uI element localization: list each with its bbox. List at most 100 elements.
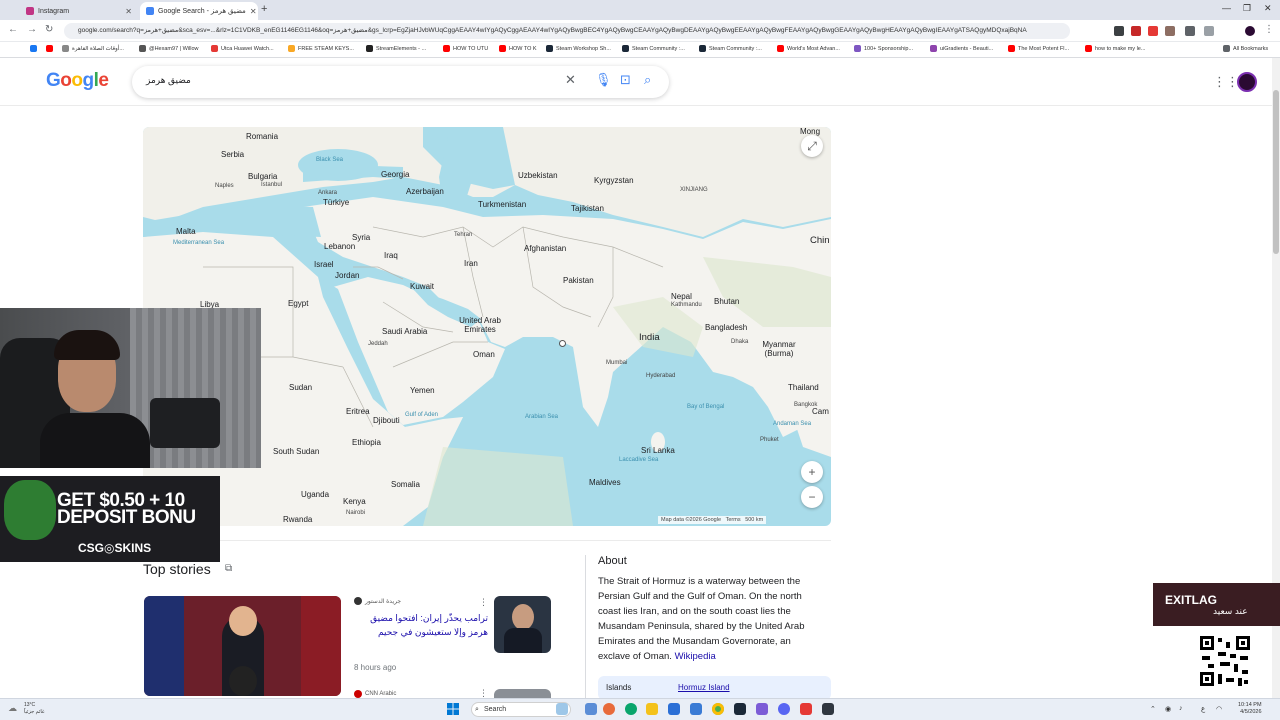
bookmark-item[interactable]: Steam Community :... bbox=[699, 45, 762, 52]
sidebar-icon[interactable] bbox=[1204, 26, 1214, 36]
steam-icon bbox=[622, 45, 629, 52]
menu-icon[interactable]: ⋮ bbox=[1264, 24, 1274, 35]
bookmark-item[interactable]: 100+ Sponsorship... bbox=[854, 45, 913, 52]
steam-icon bbox=[699, 45, 706, 52]
story-headline[interactable]: ترامب يحذّر إيران: افتحوا مضيق هرمز وإلا… bbox=[352, 611, 488, 639]
clock-time: 10:14 PM bbox=[1238, 702, 1262, 708]
wikipedia-link[interactable]: Wikipedia bbox=[675, 651, 716, 662]
language-icon[interactable]: ع bbox=[1201, 705, 1205, 713]
app-icon[interactable] bbox=[690, 703, 702, 715]
weather-widget[interactable]: 13°C غائم جزئياً bbox=[24, 702, 45, 716]
extension-icon[interactable] bbox=[1131, 26, 1141, 36]
close-tab-icon[interactable]: ✕ bbox=[125, 7, 132, 16]
location-marker[interactable] bbox=[559, 340, 566, 347]
map-label: Bangladesh bbox=[705, 323, 748, 332]
news-icon[interactable]: ⧉ bbox=[225, 563, 232, 574]
discord-icon[interactable] bbox=[778, 703, 790, 715]
bookmark-item[interactable]: Utca Huawei Watch... bbox=[211, 45, 274, 52]
bookmark-item[interactable]: HOW TO UTU bbox=[443, 45, 488, 52]
extension-icon[interactable] bbox=[1114, 26, 1124, 36]
bookmark-item[interactable]: @Hexam97 | Willow bbox=[139, 45, 199, 52]
google-icon bbox=[146, 7, 154, 15]
tab-label: Instagram bbox=[38, 7, 70, 15]
copilot-icon[interactable] bbox=[603, 703, 615, 715]
network-icon[interactable]: ◉ bbox=[1165, 705, 1171, 713]
map-label: Bhutan bbox=[714, 297, 740, 306]
obs-icon[interactable] bbox=[822, 703, 834, 715]
close-window-icon[interactable]: ✕ bbox=[1264, 3, 1272, 14]
google-logo[interactable]: Google bbox=[46, 70, 109, 92]
clock[interactable]: 10:14 PM 4/5/2026 bbox=[1238, 702, 1262, 716]
bookmark-item[interactable]: FREE STEAM KEYS... bbox=[288, 45, 354, 52]
islands-link[interactable]: Hormuz Island bbox=[678, 683, 730, 692]
scrollbar-thumb[interactable] bbox=[1273, 90, 1279, 254]
more-options-icon[interactable]: ⋮ bbox=[479, 597, 488, 608]
story-source: جريدة الدستور bbox=[354, 597, 401, 605]
map-label: Serbia bbox=[221, 150, 245, 159]
new-tab-button[interactable]: + bbox=[261, 3, 267, 15]
story-image[interactable] bbox=[144, 596, 341, 696]
wifi-icon[interactable]: ◠ bbox=[1216, 705, 1222, 713]
clear-icon[interactable]: ✕ bbox=[565, 72, 576, 88]
bookmark-item[interactable]: uiGradients - Beauti... bbox=[930, 45, 993, 52]
bookmark-item[interactable]: Steam Workshop Sh... bbox=[546, 45, 611, 52]
app-icon[interactable] bbox=[800, 703, 812, 715]
reload-icon[interactable]: ↻ bbox=[45, 24, 53, 35]
bookmark-item[interactable] bbox=[46, 45, 53, 52]
teams-icon[interactable] bbox=[756, 703, 768, 715]
all-bookmarks[interactable]: All Bookmarks bbox=[1223, 45, 1268, 52]
lens-icon[interactable]: ⊡ bbox=[620, 72, 631, 88]
maximize-icon[interactable]: ❐ bbox=[1243, 3, 1251, 14]
tab-google-search[interactable]: Google Search - مضيق هرمز ✕ bbox=[140, 2, 258, 20]
youtube-icon bbox=[443, 45, 450, 52]
task-view-icon[interactable] bbox=[585, 703, 597, 715]
map-label: Thailand bbox=[788, 383, 819, 392]
bookmark-item[interactable]: Steam Community :... bbox=[622, 45, 685, 52]
bookmark-item[interactable]: how to make my le... bbox=[1085, 45, 1145, 52]
steam-icon[interactable] bbox=[734, 703, 746, 715]
extensions-puzzle-icon[interactable] bbox=[1185, 26, 1195, 36]
windows-start-icon[interactable] bbox=[447, 703, 459, 715]
search-box[interactable]: مضيق هرمز ✕ 🎙 ⊡ ⌕ bbox=[132, 66, 669, 98]
map-attribution: Map data ©2026 Google Terms 500 km bbox=[658, 516, 767, 524]
store-icon[interactable] bbox=[668, 703, 680, 715]
map-label: Kuwait bbox=[410, 282, 435, 291]
facebook-icon bbox=[30, 45, 37, 52]
avatar[interactable] bbox=[1237, 72, 1257, 92]
map-label: Kathmandu bbox=[671, 302, 702, 308]
edge-icon[interactable] bbox=[625, 703, 637, 715]
fullscreen-icon[interactable]: ⤢ bbox=[801, 135, 823, 157]
zoom-in-button[interactable]: + bbox=[801, 461, 823, 483]
url-field[interactable]: google.com/search?q=مضيق+هرمز&sca_esv=..… bbox=[64, 23, 1070, 39]
widget-icon[interactable] bbox=[556, 703, 568, 715]
bookmark-item[interactable] bbox=[30, 45, 37, 52]
bookmark-item[interactable]: The Most Potent Fl... bbox=[1008, 45, 1069, 52]
profile-icon[interactable] bbox=[1245, 26, 1255, 36]
terms-link[interactable]: Terms bbox=[726, 517, 741, 523]
bookmark-item[interactable]: World's Most Advan... bbox=[777, 45, 840, 52]
extension-icon[interactable] bbox=[1148, 26, 1158, 36]
search-input[interactable]: مضيق هرمز bbox=[146, 75, 191, 86]
google-header: Google مضيق هرمز ✕ 🎙 ⊡ ⌕ ⋮⋮⋮ bbox=[0, 58, 1272, 106]
story-thumbnail[interactable] bbox=[494, 596, 551, 653]
bookmark-item[interactable]: أوقات الصلاة القاهرة... bbox=[62, 45, 124, 52]
zoom-out-button[interactable]: − bbox=[801, 486, 823, 508]
minimize-icon[interactable]: — bbox=[1222, 3, 1231, 13]
volume-icon[interactable]: ♪ bbox=[1179, 705, 1183, 712]
search-icon: ⌕ bbox=[475, 706, 479, 713]
file-explorer-icon[interactable] bbox=[646, 703, 658, 715]
close-tab-icon[interactable]: ✕ bbox=[250, 7, 257, 16]
back-icon[interactable]: ← bbox=[8, 24, 18, 35]
extension-icon[interactable] bbox=[1165, 26, 1175, 36]
weather-temp: 13°C bbox=[24, 702, 36, 708]
bookmark-item[interactable]: StreamElements - ... bbox=[366, 45, 426, 52]
bookmark-icon bbox=[288, 45, 295, 52]
bookmark-item[interactable]: HOW TO K bbox=[499, 45, 537, 52]
tray-chevron-icon[interactable]: ⌃ bbox=[1150, 705, 1156, 713]
microphone-icon[interactable]: 🎙 bbox=[595, 72, 612, 88]
search-icon[interactable]: ⌕ bbox=[644, 72, 651, 88]
forward-icon[interactable]: → bbox=[27, 24, 37, 35]
tab-instagram[interactable]: Instagram ✕ bbox=[20, 2, 138, 20]
chrome-icon[interactable] bbox=[712, 703, 724, 715]
map-label: Kenya bbox=[343, 497, 366, 506]
